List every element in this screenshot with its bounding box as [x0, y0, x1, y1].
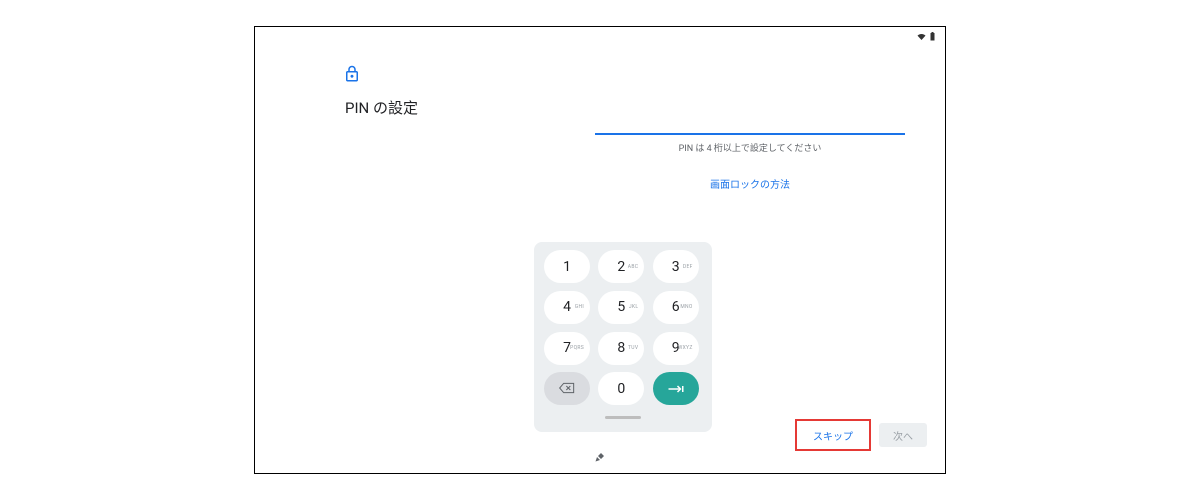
key-3[interactable]: 3DEF	[653, 250, 699, 283]
key-backspace[interactable]	[544, 372, 590, 405]
keypad-handle[interactable]	[605, 416, 641, 419]
key-6[interactable]: 6MNO	[653, 291, 699, 324]
key-5[interactable]: 5JKL	[598, 291, 644, 324]
key-8[interactable]: 8TUV	[598, 332, 644, 365]
key-1[interactable]: 1	[544, 250, 590, 283]
key-7[interactable]: 7PQRS	[544, 332, 590, 365]
pin-input-area: PIN は 4 桁以上で設定してください 画面ロックの方法	[595, 107, 905, 191]
key-4[interactable]: 4GHI	[544, 291, 590, 324]
backspace-icon	[559, 379, 575, 398]
key-2[interactable]: 2ABC	[598, 250, 644, 283]
wifi-icon	[917, 33, 926, 41]
pin-input[interactable]	[595, 107, 905, 135]
key-9[interactable]: 9WXYZ	[653, 332, 699, 365]
battery-icon	[930, 32, 935, 41]
keypad-grid: 1 2ABC 3DEF 4GHI 5JKL 6MNO 7PQRS 8TUV 9W…	[544, 250, 702, 408]
device-frame: PIN の設定 PIN は 4 桁以上で設定してください 画面ロックの方法 1 …	[254, 26, 946, 474]
pin-hint: PIN は 4 桁以上で設定してください	[595, 141, 905, 154]
page-title: PIN の設定	[345, 97, 418, 118]
header-area: PIN の設定	[345, 65, 418, 118]
enter-icon	[667, 379, 685, 398]
skip-button[interactable]: スキップ	[799, 423, 867, 447]
bottom-buttons: スキップ 次へ	[795, 419, 927, 451]
key-enter[interactable]	[653, 372, 699, 405]
status-bar	[917, 32, 935, 41]
stylus-icon	[594, 448, 606, 467]
lock-method-link[interactable]: 画面ロックの方法	[595, 176, 905, 191]
next-button[interactable]: 次へ	[879, 423, 927, 447]
lock-icon	[343, 65, 418, 87]
keypad: 1 2ABC 3DEF 4GHI 5JKL 6MNO 7PQRS 8TUV 9W…	[534, 242, 712, 432]
skip-highlight: スキップ	[795, 419, 871, 451]
key-0[interactable]: 0	[598, 372, 644, 405]
